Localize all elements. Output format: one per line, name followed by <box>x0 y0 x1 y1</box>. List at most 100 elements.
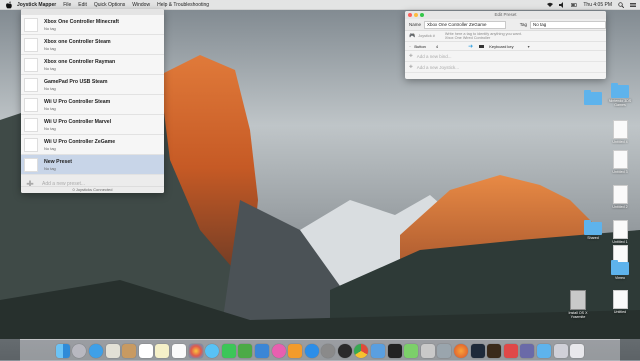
illustrator-icon[interactable] <box>487 343 502 358</box>
desktop-installer[interactable]: Install OS X Yosemite <box>563 290 593 319</box>
terminal-icon[interactable] <box>387 343 402 358</box>
menu-file[interactable]: File <box>63 2 71 8</box>
preset-thumbnail <box>24 117 38 132</box>
battery-icon[interactable] <box>571 2 577 8</box>
reminders-icon[interactable] <box>171 343 186 358</box>
arrow-right-icon: ➜ <box>468 43 474 50</box>
preset-name: Xbox one Controller Steam <box>44 38 111 45</box>
keynote-icon[interactable] <box>254 343 269 358</box>
preset-name: GamePad Pro USB Steam <box>44 78 108 85</box>
preset-name: Wii U Pro Controller Steam <box>44 98 111 105</box>
minimize-icon[interactable] <box>414 13 418 17</box>
chevron-down-icon[interactable]: ▾ <box>528 44 530 49</box>
menu-app-name[interactable]: Joystick Mapper <box>17 2 56 8</box>
preview-icon[interactable] <box>420 343 435 358</box>
numbers-icon[interactable] <box>238 343 253 358</box>
document-icon <box>612 120 628 139</box>
desktop-document[interactable]: Untitled <box>605 290 635 314</box>
add-joystick-button[interactable]: ✚ Add a new Joystick... <box>405 62 606 73</box>
zoom-icon[interactable] <box>420 13 424 17</box>
preset-thumbnail <box>24 157 38 172</box>
preset-tag: No tag <box>44 105 56 111</box>
desktop-icon-label: Install OS X Yosemite <box>568 311 588 319</box>
maps-icon[interactable] <box>404 343 419 358</box>
preset-tag: No tag <box>44 145 56 151</box>
document-icon <box>612 220 628 239</box>
messages-icon[interactable] <box>205 343 220 358</box>
preset-tag-field[interactable]: No tag <box>529 20 606 29</box>
menu-edit[interactable]: Edit <box>78 2 87 8</box>
desktop-document[interactable]: Untitled 2 <box>605 185 635 209</box>
safari-icon[interactable] <box>88 343 103 358</box>
facetime-icon[interactable] <box>221 343 236 358</box>
apple-menu-icon[interactable] <box>5 1 13 9</box>
close-icon[interactable] <box>408 13 412 17</box>
calendar-icon[interactable] <box>138 343 153 358</box>
clock[interactable]: Thu 4:05 PM <box>583 2 612 8</box>
volume-icon[interactable] <box>559 1 565 8</box>
preset-row[interactable]: Wii U Pro Controller Steam No tag <box>21 95 164 115</box>
notification-center-icon[interactable] <box>630 2 636 8</box>
quicktime-icon[interactable] <box>337 343 352 358</box>
finder-icon[interactable] <box>55 343 70 358</box>
bind-source-value[interactable]: 4 <box>436 44 438 49</box>
desktop-document[interactable]: Untitled 1 <box>605 220 635 244</box>
preset-row[interactable]: Wii U Pro Controller Marvel No tag <box>21 115 164 135</box>
desktop-document[interactable]: Untitled 4 <box>605 120 635 144</box>
menu-window[interactable]: Window <box>132 2 150 8</box>
preset-row[interactable]: Xbox One Controller Minecraft No tag <box>21 15 164 35</box>
preset-row[interactable]: Wii U Pro Controller ZeGame No tag <box>21 135 164 155</box>
ibooks-icon[interactable] <box>288 343 303 358</box>
preset-thumbnail <box>24 137 38 152</box>
documents-folder-icon[interactable] <box>553 343 568 358</box>
status-area: Thu 4:05 PM <box>541 1 636 8</box>
preset-name: Wii U Pro Controller ZeGame <box>44 138 116 145</box>
preset-row[interactable]: GamePad Pro USB Steam No tag <box>21 75 164 95</box>
photoshop-icon[interactable] <box>470 343 485 358</box>
edit-preset-window: Edit Preset Name Xbox One Controller ZeG… <box>405 11 606 79</box>
plus-icon: ✚ <box>409 64 413 69</box>
joystick-mapper-window: Xbox One Controller Minecraft No tag Xbox… <box>21 9 164 193</box>
joystick-number-label[interactable]: Joystick # <box>418 34 435 38</box>
desktop-folder[interactable]: Vimeo <box>605 260 635 280</box>
desktop-icon-label: Untitled 1 <box>612 240 628 244</box>
add-bind-button[interactable]: ✚ Add a new bind... <box>405 51 606 62</box>
preset-row-selected[interactable]: New Preset No tag <box>21 155 164 175</box>
preset-row[interactable]: Xbox one Controller Rayman No tag <box>21 55 164 75</box>
preset-name-field[interactable]: Xbox One Controller ZeGame <box>424 20 506 29</box>
media-app-icon[interactable] <box>503 343 518 358</box>
app-store-icon[interactable] <box>304 343 319 358</box>
preset-row[interactable]: Xbox one Controller Steam No tag <box>21 35 164 55</box>
firefox-icon[interactable] <box>454 343 469 358</box>
chrome-icon[interactable] <box>354 343 369 358</box>
preset-tag: No tag <box>44 125 56 131</box>
desktop-folder[interactable]: Nintendo 3DS Games <box>605 83 635 107</box>
preset-thumbnail <box>24 17 38 32</box>
bind-target[interactable]: Keyboard key <box>489 44 513 49</box>
desktop-folder[interactable]: Shared <box>578 220 608 240</box>
menu-quick-options[interactable]: Quick Options <box>94 2 125 8</box>
remove-bind-icon[interactable]: − <box>409 44 411 49</box>
utility-app-icon[interactable] <box>437 343 452 358</box>
notes-icon[interactable] <box>155 343 170 358</box>
preset-thumbnail <box>24 77 38 92</box>
photos-icon[interactable] <box>188 343 203 358</box>
desktop-folder[interactable] <box>578 90 608 106</box>
mail-icon[interactable] <box>371 343 386 358</box>
contacts-icon[interactable] <box>122 343 137 358</box>
desktop-document[interactable]: Untitled 3 <box>605 150 635 174</box>
trash-icon[interactable] <box>570 343 585 358</box>
menu-help[interactable]: Help & Troubleshooting <box>157 2 209 8</box>
photo-app-icon[interactable] <box>105 343 120 358</box>
system-preferences-icon[interactable] <box>321 343 336 358</box>
edit-preset-titlebar[interactable]: Edit Preset <box>405 11 606 19</box>
bind-source[interactable]: Button <box>414 44 426 49</box>
downloads-folder-icon[interactable] <box>537 343 552 358</box>
launchpad-icon[interactable] <box>72 343 87 358</box>
folder-icon <box>584 90 602 105</box>
itunes-icon[interactable] <box>271 343 286 358</box>
spotlight-search-icon[interactable] <box>618 1 624 8</box>
dock <box>20 339 620 361</box>
app-icon[interactable] <box>520 343 535 358</box>
wifi-icon[interactable] <box>547 2 554 8</box>
